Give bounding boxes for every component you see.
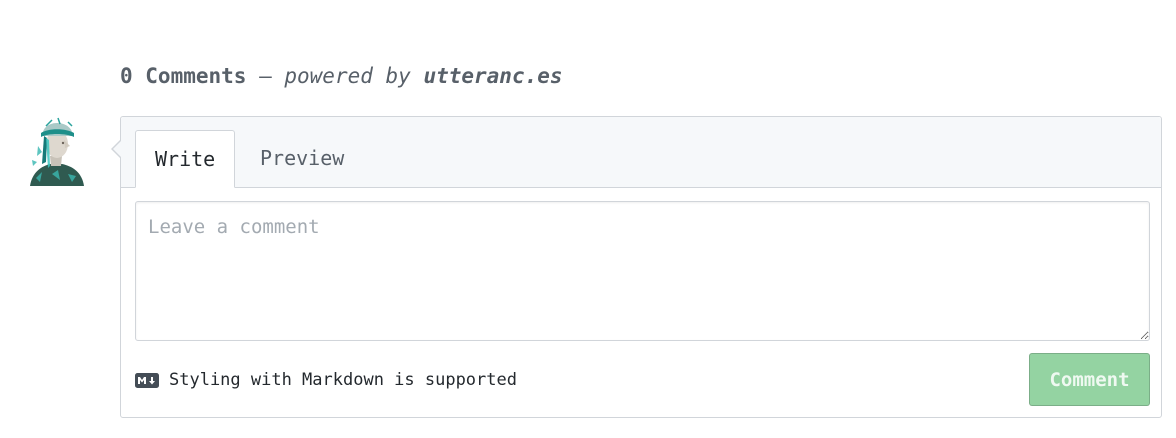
powered-by-text: powered by: [284, 64, 424, 88]
tab-preview[interactable]: Preview: [241, 130, 363, 187]
utterances-link[interactable]: utteranc.es: [423, 64, 562, 88]
markdown-icon: [135, 372, 159, 388]
user-avatar[interactable]: [28, 116, 84, 186]
markdown-note: Styling with Markdown is supported: [169, 370, 517, 390]
comments-widget: 0 Comments – powered by utteranc.es Writ…: [0, 0, 1176, 438]
form-actions: Styling with Markdown is supported Comme…: [135, 353, 1150, 407]
markdown-info[interactable]: Styling with Markdown is supported: [135, 369, 517, 391]
comment-button[interactable]: Comment: [1029, 353, 1150, 406]
comment-count: 0 Comments: [120, 64, 247, 88]
new-comment-form: Write Preview Styling with Markdown is s…: [111, 116, 1162, 418]
tab-write[interactable]: Write: [135, 130, 236, 188]
comments-header: 0 Comments – powered by utteranc.es: [120, 62, 563, 90]
editor-tabs: Write Preview: [121, 117, 1161, 188]
header-separator: –: [246, 64, 285, 88]
comment-textarea[interactable]: [135, 201, 1150, 341]
avatar-icon: [28, 116, 84, 186]
comment-textarea-wrapper: [135, 201, 1150, 341]
